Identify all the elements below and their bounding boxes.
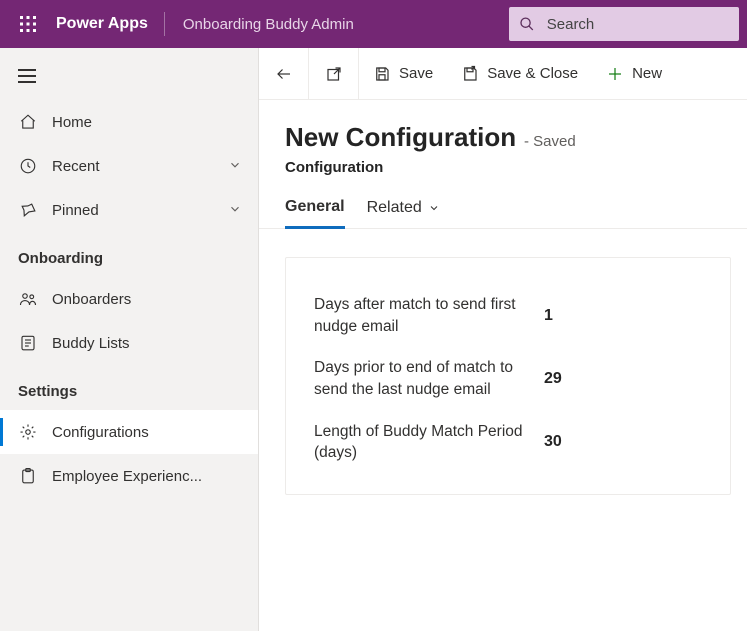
sidebar-item-recent[interactable]: Recent (0, 144, 258, 188)
sidebar-item-employee-experience[interactable]: Employee Experienc... (0, 454, 258, 498)
form-tabs: General Related (259, 180, 747, 229)
sidebar-section-onboarding: Onboarding (0, 232, 258, 277)
list-icon (19, 334, 37, 352)
chevron-down-icon (228, 202, 242, 216)
gear-icon (19, 423, 37, 441)
sidebar-item-home[interactable]: Home (0, 100, 258, 144)
sidebar-toggle-button[interactable] (0, 52, 258, 100)
save-close-button[interactable]: Save & Close (447, 48, 592, 100)
field-value: 30 (544, 433, 562, 451)
field-row[interactable]: Days after match to send first nudge ema… (314, 276, 702, 339)
entity-name: Configuration (285, 159, 721, 176)
sidebar-item-pinned[interactable]: Pinned (0, 188, 258, 232)
tab-label: Related (367, 199, 422, 217)
sidebar-item-configurations[interactable]: Configurations (0, 410, 258, 454)
sidebar-item-label: Onboarders (52, 291, 244, 308)
sidebar-item-label: Buddy Lists (52, 335, 244, 352)
field-value: 29 (544, 370, 562, 388)
search-icon (519, 15, 535, 33)
back-arrow-icon (275, 65, 293, 83)
main-content: Save Save & Close New New Configuration … (259, 48, 747, 631)
chevron-down-icon (428, 202, 440, 214)
form-card: Days after match to send first nudge ema… (285, 257, 731, 495)
sidebar-section-settings: Settings (0, 365, 258, 410)
tab-general[interactable]: General (285, 198, 345, 229)
command-bar: Save Save & Close New (259, 48, 747, 100)
app-launcher-button[interactable] (8, 0, 48, 48)
tab-label: General (285, 198, 345, 216)
field-value: 1 (544, 307, 553, 325)
field-row[interactable]: Days prior to end of match to send the l… (314, 339, 702, 402)
clock-icon (19, 157, 37, 175)
sidebar-item-label: Configurations (52, 424, 244, 441)
brand-label[interactable]: Power Apps (48, 15, 164, 33)
tab-related[interactable]: Related (367, 198, 440, 228)
field-label: Length of Buddy Match Period (days) (314, 421, 524, 464)
save-close-label: Save & Close (487, 65, 578, 82)
clipboard-icon (19, 467, 37, 485)
search-input[interactable] (545, 15, 729, 34)
page-status: - Saved (524, 133, 576, 150)
sidebar-item-buddy-lists[interactable]: Buddy Lists (0, 321, 258, 365)
page-title: New Configuration (285, 122, 516, 152)
page-header: New Configuration - Saved Configuration (259, 100, 747, 180)
pin-icon (19, 201, 37, 219)
top-bar: Power Apps Onboarding Buddy Admin (0, 0, 747, 48)
sidebar-item-label: Home (52, 114, 244, 131)
home-icon (19, 113, 37, 131)
field-row[interactable]: Length of Buddy Match Period (days) 30 (314, 403, 702, 466)
sidebar-item-label: Recent (52, 158, 228, 175)
new-label: New (632, 65, 662, 82)
search-box[interactable] (509, 7, 739, 41)
save-close-icon (461, 65, 479, 83)
back-button[interactable] (259, 48, 309, 100)
open-external-icon (325, 65, 343, 83)
save-button[interactable]: Save (359, 48, 447, 100)
plus-icon (606, 65, 624, 83)
new-button[interactable]: New (592, 48, 676, 100)
divider (164, 12, 165, 36)
save-icon (373, 65, 391, 83)
hamburger-icon (18, 69, 36, 83)
sidebar-item-label: Pinned (52, 202, 228, 219)
sidebar-item-label: Employee Experienc... (52, 468, 244, 485)
people-icon (19, 290, 37, 308)
field-label: Days prior to end of match to send the l… (314, 357, 524, 400)
field-label: Days after match to send first nudge ema… (314, 294, 524, 337)
sidebar: Home Recent Pinned Onboarding Onboarders… (0, 48, 259, 631)
sidebar-item-onboarders[interactable]: Onboarders (0, 277, 258, 321)
chevron-down-icon (228, 158, 242, 172)
waffle-icon (19, 15, 37, 33)
app-name-label: Onboarding Buddy Admin (171, 16, 366, 33)
save-label: Save (399, 65, 433, 82)
open-new-window-button[interactable] (309, 48, 359, 100)
